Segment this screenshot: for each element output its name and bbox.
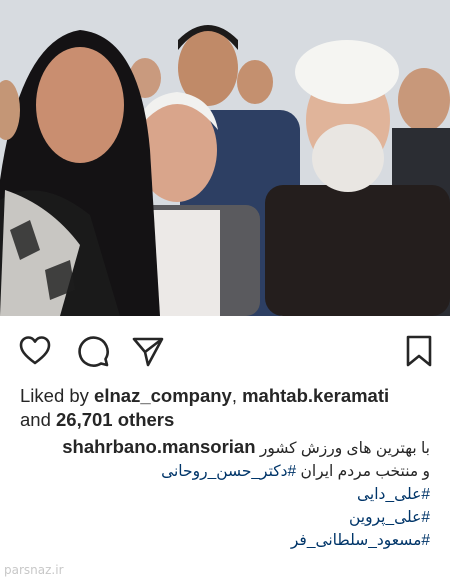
post-caption: با بهترین های ورزش کشور shahrbano.mansor… <box>18 435 430 552</box>
post-photo[interactable] <box>0 0 450 316</box>
liked-by-user-2[interactable]: mahtab.keramati <box>242 385 389 406</box>
hashtag-link[interactable]: #مسعود_سلطانی_فر <box>18 529 430 552</box>
likes-separator: , <box>231 385 237 406</box>
heart-icon[interactable] <box>18 334 52 368</box>
post-photo-illustration <box>0 0 450 316</box>
share-icon[interactable] <box>131 334 165 368</box>
hashtag-link[interactable]: #دکتر_حسن_روحانی <box>161 463 296 480</box>
comment-icon[interactable] <box>76 334 110 368</box>
hashtag-link[interactable]: #علی_پروین <box>18 506 430 529</box>
caption-username[interactable]: shahrbano.mansorian <box>62 436 255 457</box>
bookmark-icon[interactable] <box>402 334 436 368</box>
post-actions-bar <box>0 328 450 372</box>
hashtag-link[interactable]: #علی_دایی <box>18 483 430 506</box>
likes-prefix: Liked by <box>20 385 89 406</box>
caption-line-1: با بهترین های ورزش کشور <box>259 440 430 457</box>
likes-and: and <box>20 409 51 430</box>
liked-by-user-1[interactable]: elnaz_company <box>94 385 232 406</box>
likes-summary: Liked by elnaz_company, mahtab.keramati … <box>20 384 440 432</box>
likes-others-count[interactable]: 26,701 others <box>56 409 174 430</box>
watermark: parsnaz.ir <box>4 563 64 577</box>
caption-line-2: و منتخب مردم ایران <box>300 463 430 480</box>
